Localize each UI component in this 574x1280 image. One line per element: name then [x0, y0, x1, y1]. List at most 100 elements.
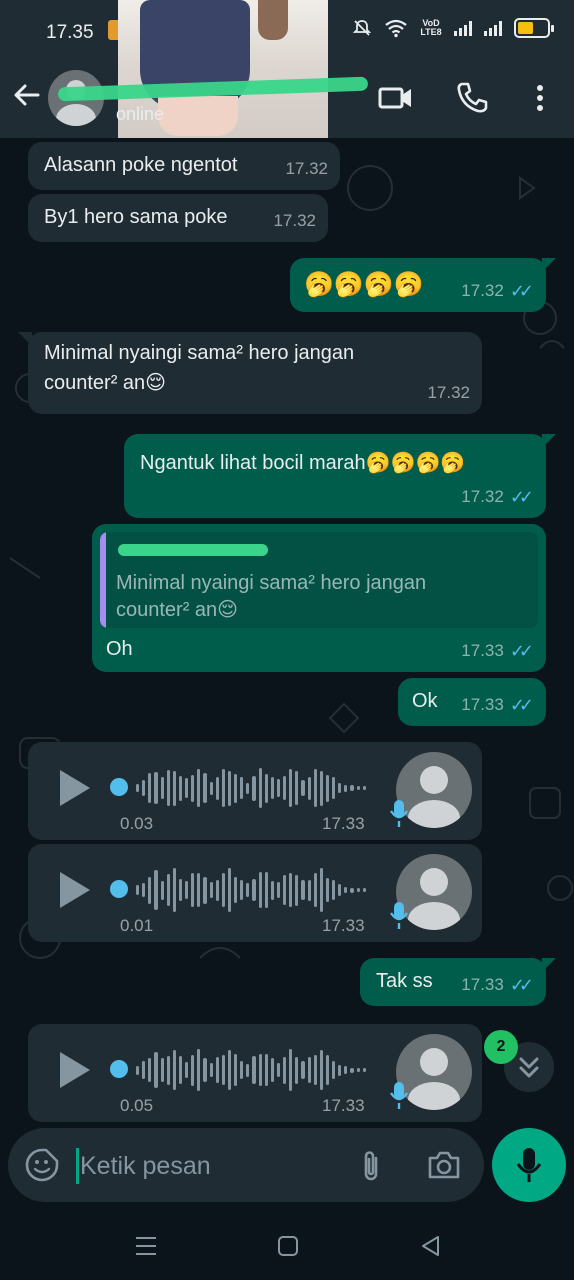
status-icons: VoD LTE8	[352, 18, 554, 38]
camera-icon[interactable]	[426, 1148, 462, 1182]
more-options-icon[interactable]	[522, 80, 558, 116]
waveform-bar	[252, 1056, 256, 1084]
waveform-bar	[270, 880, 274, 900]
back-nav-icon[interactable]	[416, 1232, 444, 1260]
waveform-bar	[356, 888, 360, 892]
message-input[interactable]	[80, 1146, 350, 1186]
waveform-bar	[240, 880, 244, 900]
waveform-bar	[178, 879, 182, 901]
waveform-bar	[295, 1056, 299, 1084]
waveform-bar	[191, 873, 195, 907]
voice-message[interactable]: 0.05 17.33	[28, 1024, 482, 1122]
waveform-bar	[148, 876, 152, 904]
text-caret	[76, 1148, 79, 1184]
message-composer[interactable]	[8, 1128, 484, 1202]
attach-icon[interactable]	[356, 1148, 386, 1184]
voice-message[interactable]: 0.03 17.33	[28, 742, 482, 840]
home-icon[interactable]	[274, 1232, 302, 1260]
waveform-bar	[203, 1058, 207, 1082]
chat-area[interactable]: Alasann poke ngentot 17.32 By1 hero sama…	[0, 138, 574, 1128]
battery-level	[518, 22, 533, 34]
message-incoming[interactable]: By1 hero sama poke 17.32	[28, 194, 328, 242]
message-text: Oh	[106, 638, 133, 660]
recents-icon[interactable]	[132, 1232, 160, 1260]
waveform[interactable]	[136, 1046, 366, 1094]
waveform-bar	[154, 1052, 158, 1088]
signal-icon	[454, 20, 472, 36]
mute-icon	[352, 20, 372, 36]
message-time: 17.33	[322, 1096, 365, 1115]
waveform-bar	[313, 1055, 317, 1085]
mic-icon	[390, 1082, 408, 1109]
waveform-bar	[319, 770, 323, 806]
waveform-bar	[203, 773, 207, 803]
playback-thumb[interactable]	[110, 880, 128, 898]
waveform-bar	[166, 770, 170, 806]
waveform-bar	[332, 880, 336, 900]
message-time: 17.33	[322, 814, 365, 833]
read-receipt-icon: ✓✓	[509, 641, 534, 661]
message-incoming[interactable]: Minimal nyaingi sama² hero jangan counte…	[18, 332, 482, 414]
message-outgoing[interactable]: Tak ss 17.33 ✓✓	[360, 958, 556, 1006]
message-outgoing-reply[interactable]: Minimal nyaingi sama² hero jangan counte…	[92, 524, 546, 672]
message-time: 17.32	[285, 159, 328, 178]
waveform-bar	[185, 881, 189, 899]
unread-count-badge[interactable]: 2	[484, 1030, 518, 1064]
play-icon[interactable]	[60, 872, 90, 908]
voice-record-button[interactable]	[492, 1128, 566, 1202]
message-time: 17.33	[461, 695, 504, 714]
waveform-bar	[258, 768, 262, 808]
play-icon[interactable]	[60, 770, 90, 806]
voice-call-icon[interactable]	[454, 80, 490, 116]
waveform-bar	[350, 1067, 354, 1073]
mic-icon	[390, 902, 408, 929]
waveform-bar	[240, 1061, 244, 1079]
waveform-bar	[221, 1055, 225, 1085]
chat-header[interactable]: online	[0, 0, 574, 166]
message-outgoing[interactable]: 🥱🥱🥱🥱 17.32 ✓✓	[290, 258, 556, 312]
playback-thumb[interactable]	[110, 778, 128, 796]
waveform-bar	[221, 873, 225, 907]
message-incoming[interactable]: Alasann poke ngentot 17.32	[28, 142, 340, 190]
waveform-bar	[295, 874, 299, 906]
voice-message[interactable]: 0.01 17.33	[28, 844, 482, 942]
waveform-bar	[172, 1050, 176, 1090]
message-outgoing[interactable]: Ok 17.33 ✓✓	[398, 678, 546, 726]
waveform[interactable]	[136, 764, 366, 812]
waveform-bar	[344, 784, 348, 792]
waveform-bar	[350, 785, 354, 791]
quoted-message[interactable]: Minimal nyaingi sama² hero jangan counte…	[100, 532, 538, 628]
message-time: 17.33	[461, 975, 504, 994]
waveform-bar	[344, 887, 348, 893]
waveform-bar	[221, 769, 225, 807]
waveform-bar	[332, 1061, 336, 1079]
waveform-bar	[325, 774, 329, 802]
waveform-bar	[246, 1063, 250, 1077]
waveform-bar	[350, 887, 354, 893]
waveform-bar	[185, 778, 189, 798]
waveform-bar	[166, 874, 170, 906]
message-outgoing[interactable]: Ngantuk lihat bocil marah🥱🥱🥱🥱 17.32 ✓✓	[124, 434, 556, 518]
waveform-bar	[276, 779, 280, 797]
back-arrow-icon[interactable]	[12, 80, 42, 110]
waveform[interactable]	[136, 866, 366, 914]
sticker-icon[interactable]	[24, 1147, 60, 1183]
play-icon[interactable]	[60, 1052, 90, 1088]
waveform-bar	[307, 776, 311, 800]
video-call-icon[interactable]	[378, 80, 414, 116]
waveform-bar	[319, 1050, 323, 1090]
waveform-bar	[264, 872, 268, 908]
read-receipt-icon: ✓✓	[509, 975, 534, 995]
playback-thumb[interactable]	[110, 1060, 128, 1078]
message-text: Minimal nyaingi sama² hero jangan counte…	[44, 342, 355, 394]
waveform-bar	[136, 784, 140, 792]
message-meta: 17.32 ✓✓	[461, 276, 534, 306]
waveform-bar	[160, 1058, 164, 1082]
waveform-bar	[142, 1061, 146, 1079]
waveform-bar	[295, 771, 299, 805]
waveform-bar	[325, 1055, 329, 1085]
signal-icon-2	[484, 20, 502, 36]
waveform-bar	[178, 775, 182, 801]
waveform-bar	[160, 777, 164, 799]
waveform-bar	[178, 1056, 182, 1084]
